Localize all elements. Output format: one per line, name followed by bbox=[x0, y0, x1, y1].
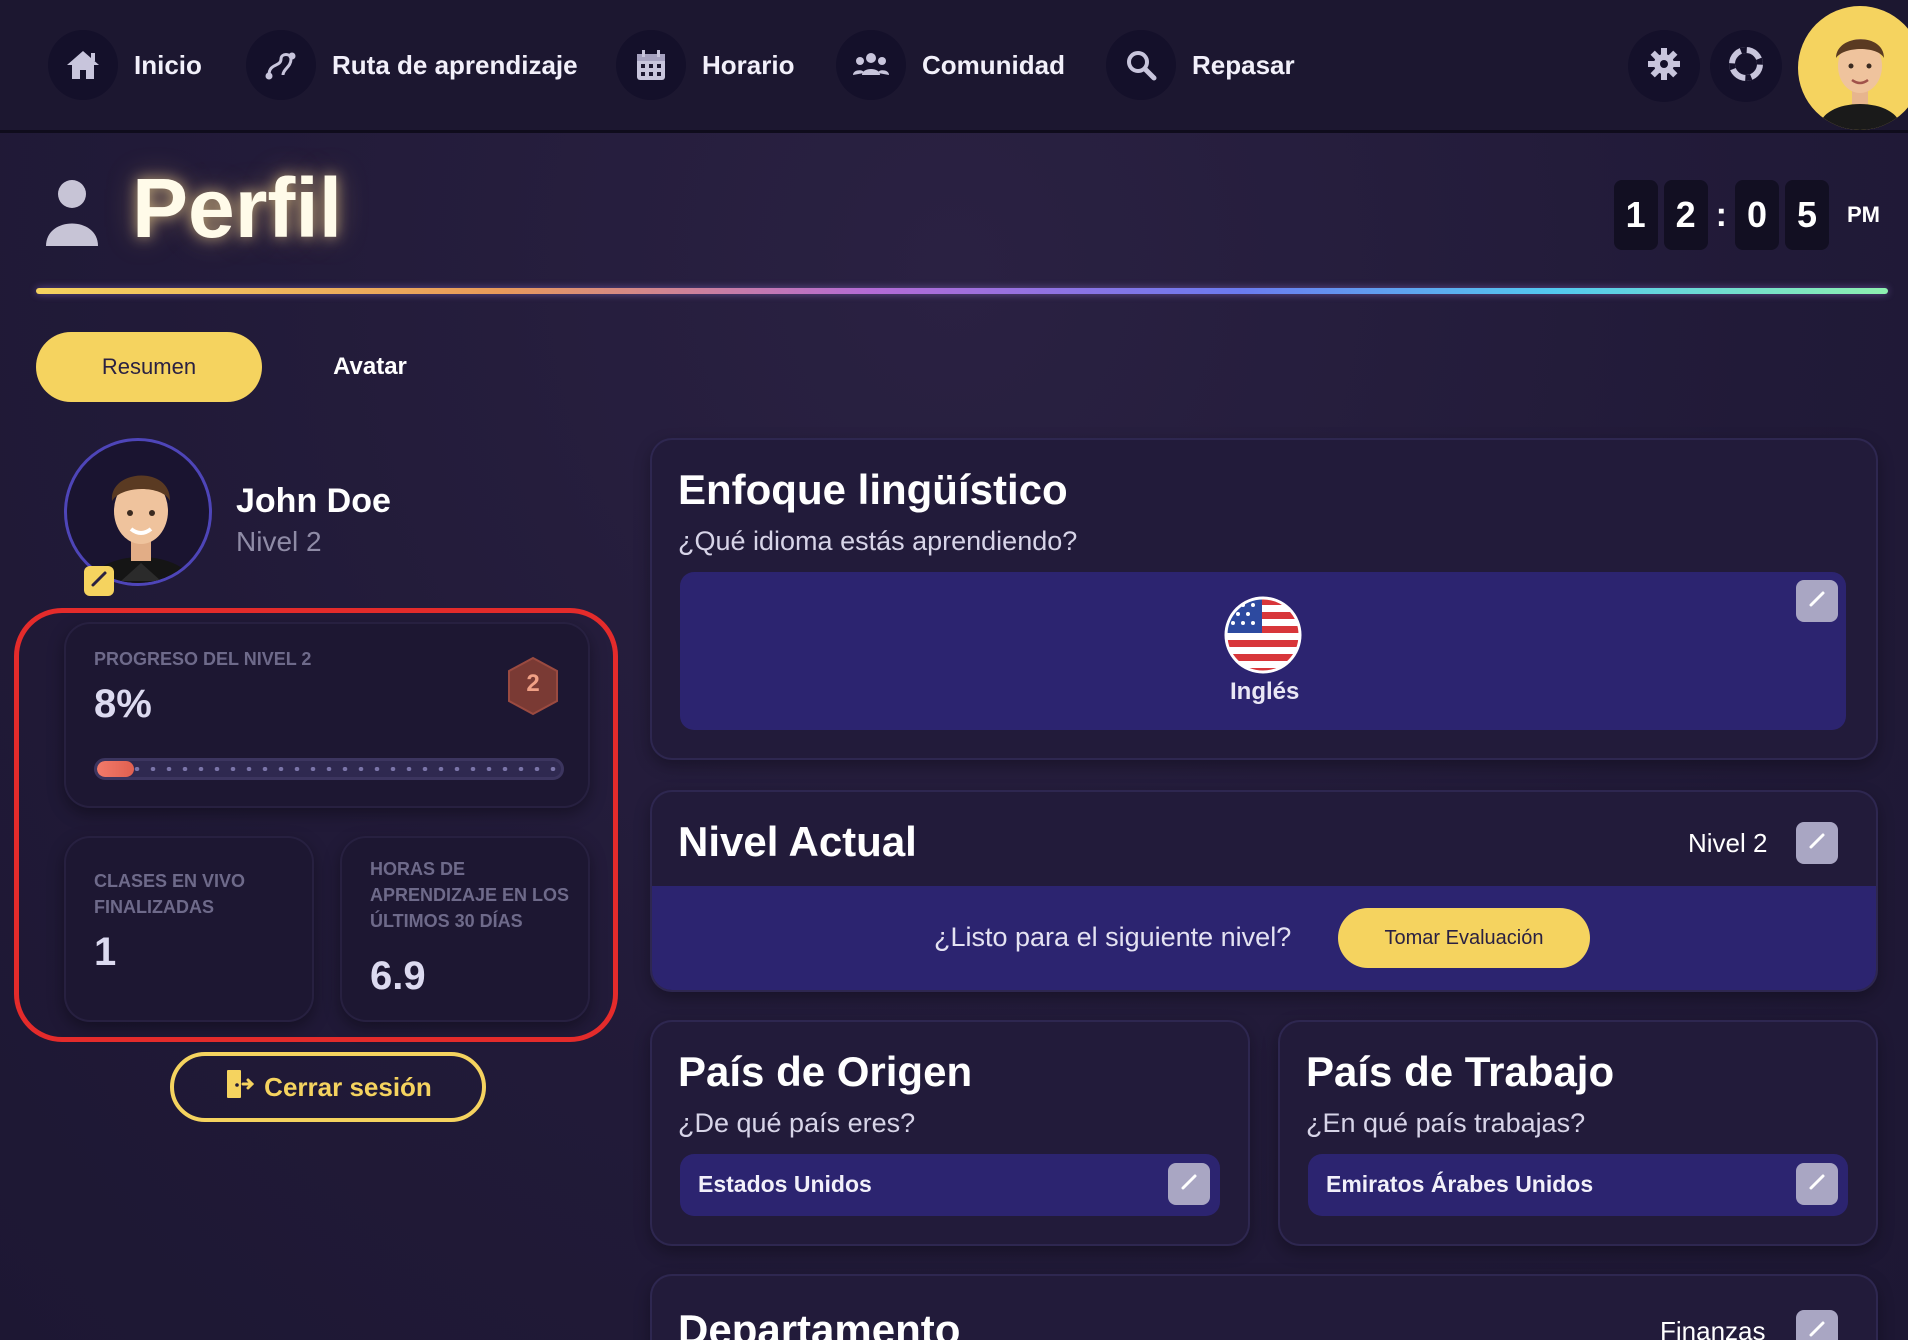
user-icon bbox=[44, 176, 100, 253]
language-name: Inglés bbox=[1230, 678, 1300, 705]
avatar[interactable] bbox=[64, 438, 212, 586]
pencil-icon bbox=[1807, 1319, 1827, 1340]
work-card-subtitle: ¿En qué país trabajas? bbox=[1306, 1108, 1586, 1138]
tab-avatar[interactable]: Avatar bbox=[300, 332, 440, 402]
clock-separator: : bbox=[1715, 195, 1727, 234]
nav-item-ruta[interactable]: Ruta de aprendizaje bbox=[246, 30, 578, 100]
us-flag-icon bbox=[1224, 596, 1302, 674]
pencil-icon bbox=[1179, 1172, 1199, 1197]
pencil-icon bbox=[1807, 1172, 1827, 1197]
help-button[interactable] bbox=[1710, 30, 1782, 102]
origin-card-subtitle: ¿De qué país eres? bbox=[678, 1108, 916, 1138]
top-navigation: Inicio Ruta de aprendizaje Horario Comun… bbox=[0, 0, 1908, 133]
edit-work-button[interactable] bbox=[1796, 1163, 1838, 1205]
origin-country-value: Estados Unidos bbox=[698, 1171, 872, 1197]
department-value: Finanzas bbox=[1660, 1316, 1766, 1340]
edit-language-button[interactable] bbox=[1796, 580, 1838, 622]
clock: 1 2 : 0 5 PM bbox=[1613, 180, 1880, 250]
pencil-icon bbox=[1807, 589, 1827, 614]
profile-avatar-button[interactable] bbox=[1798, 6, 1908, 130]
nav-label: Inicio bbox=[134, 49, 202, 80]
edit-avatar-button[interactable] bbox=[84, 566, 114, 596]
current-level-value: Nivel 2 bbox=[1688, 828, 1768, 858]
clock-digit: 5 bbox=[1785, 180, 1829, 250]
header-divider bbox=[36, 288, 1888, 294]
logout-label: Cerrar sesión bbox=[264, 1071, 432, 1102]
user-name: John Doe bbox=[236, 482, 391, 520]
nav-label: Comunidad bbox=[922, 49, 1065, 80]
edit-department-button[interactable] bbox=[1796, 1310, 1838, 1340]
clock-digit: 0 bbox=[1735, 180, 1779, 250]
department-card-title: Departamento bbox=[678, 1306, 961, 1340]
work-country-value: Emiratos Árabes Unidos bbox=[1326, 1171, 1594, 1197]
next-level-prompt: ¿Listo para el siguiente nivel? bbox=[934, 922, 1292, 952]
settings-button[interactable] bbox=[1628, 30, 1700, 102]
pencil-icon bbox=[1807, 831, 1827, 856]
nav-label: Repasar bbox=[1192, 49, 1295, 80]
nav-item-horario[interactable]: Horario bbox=[616, 30, 794, 100]
origin-card-title: País de Origen bbox=[678, 1048, 973, 1095]
work-card-title: País de Trabajo bbox=[1306, 1048, 1615, 1095]
pencil-icon bbox=[90, 570, 108, 593]
language-card-title: Enfoque lingüístico bbox=[678, 466, 1068, 513]
page-title: Perfil bbox=[132, 161, 343, 255]
clock-digit: 2 bbox=[1663, 180, 1708, 250]
nav-item-inicio[interactable]: Inicio bbox=[48, 30, 202, 100]
lifebuoy-icon bbox=[1726, 44, 1766, 89]
level-card-title: Nivel Actual bbox=[678, 818, 917, 865]
clock-ampm: PM bbox=[1847, 202, 1880, 227]
stats-highlight-box bbox=[14, 608, 618, 1042]
nav-label: Ruta de aprendizaje bbox=[332, 49, 578, 80]
search-icon bbox=[1106, 30, 1176, 100]
nav-item-repasar[interactable]: Repasar bbox=[1106, 30, 1295, 100]
tab-resumen[interactable]: Resumen bbox=[36, 332, 262, 402]
route-icon bbox=[246, 30, 316, 100]
community-icon bbox=[836, 30, 906, 100]
language-card-subtitle: ¿Qué idioma estás aprendiendo? bbox=[678, 526, 1078, 556]
logout-button[interactable]: Cerrar sesión bbox=[170, 1052, 486, 1122]
door-exit-icon bbox=[224, 1068, 255, 1107]
calendar-icon bbox=[616, 30, 686, 100]
gear-icon bbox=[1644, 44, 1684, 89]
home-icon bbox=[48, 30, 118, 100]
clock-digit: 1 bbox=[1613, 180, 1658, 250]
user-level: Nivel 2 bbox=[236, 526, 322, 557]
take-evaluation-button[interactable]: Tomar Evaluación bbox=[1338, 908, 1590, 968]
nav-item-comunidad[interactable]: Comunidad bbox=[836, 30, 1065, 100]
nav-label: Horario bbox=[702, 49, 795, 80]
edit-origin-button[interactable] bbox=[1168, 1163, 1210, 1205]
edit-level-button[interactable] bbox=[1796, 822, 1838, 864]
